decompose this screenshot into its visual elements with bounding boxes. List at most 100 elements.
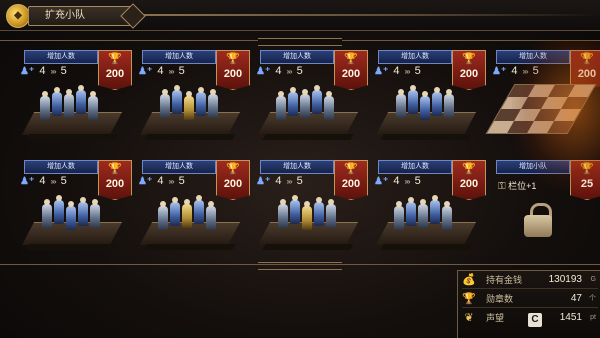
unit-figure [288, 87, 298, 116]
unit-figure [76, 85, 86, 114]
count-to: 5 [60, 65, 67, 77]
unit-figures [276, 85, 346, 124]
unit-figure [88, 91, 98, 120]
unit-figure [278, 199, 288, 228]
unit-figure [432, 87, 442, 116]
count-from: 4 [275, 65, 282, 77]
count-from: 4 [39, 175, 46, 187]
unit-figure [208, 89, 218, 118]
person-plus-icon: ♟⁺ [374, 66, 389, 77]
cost-value: 200 [223, 178, 243, 190]
trophy-icon: 🏆 [462, 53, 476, 65]
unit-figure [194, 195, 204, 224]
gold-label: 持有金钱 [486, 275, 523, 285]
unit-figure [196, 87, 206, 116]
unit-figure [66, 201, 76, 230]
person-plus-icon: ♟⁺ [20, 176, 35, 187]
count-from: 4 [157, 65, 164, 77]
cost-banner: 🏆 200 [98, 50, 132, 90]
unit-figure [326, 199, 336, 228]
squad-upgrade-card[interactable]: 增加人数 🏆 200 ♟⁺ 4 ››› 5 [132, 50, 250, 148]
squad-upgrade-card[interactable]: 增加人数 🏆 200 ♟⁺ 4 ››› 5 [132, 160, 250, 258]
trophy-icon: 🏆 [226, 163, 240, 175]
fire-glow [512, 40, 600, 190]
count-to: 5 [178, 175, 185, 187]
gem-coin-icon: ◆ [6, 4, 30, 28]
member-count: ♟⁺ 4 ››› 5 [256, 175, 336, 189]
card-header: 增加人数 [24, 50, 98, 64]
count-from: 4 [157, 175, 164, 187]
rank-badge: C [528, 313, 542, 327]
unit-figure [302, 201, 312, 230]
arrows-icon: ››› [50, 177, 57, 186]
cost-value: 200 [341, 68, 361, 80]
diorama-base-side [380, 134, 472, 140]
bottom-divider [0, 262, 600, 270]
diorama-base-side [26, 244, 118, 250]
unit-figure [172, 85, 182, 114]
person-plus-icon: ♟⁺ [20, 66, 35, 77]
unit-figure [54, 195, 64, 224]
unit-figure [40, 91, 50, 120]
unit-figure [52, 87, 62, 116]
cost-value: 200 [459, 68, 479, 80]
medal-label: 勋章数 [486, 294, 514, 304]
unit-figures [276, 195, 346, 234]
count-to: 5 [414, 175, 421, 187]
cost-banner: 🏆 200 [452, 160, 486, 200]
unit-figure [396, 89, 406, 118]
cost-value: 200 [105, 178, 125, 190]
unit-figure [78, 197, 88, 226]
member-count: ♟⁺ 4 ››› 5 [374, 65, 454, 79]
squad-upgrade-card[interactable]: 增加人数 🏆 200 ♟⁺ 4 ››› 5 [368, 50, 486, 148]
card-header: 增加人数 [378, 160, 452, 174]
unit-figures [158, 85, 228, 124]
unit-figure [182, 199, 192, 228]
unit-figure [42, 199, 52, 228]
count-to: 5 [414, 65, 421, 77]
unit-figure [64, 89, 74, 118]
key-icon: ⚿ [498, 181, 506, 192]
squad-upgrade-card[interactable]: 增加人数 🏆 200 ♟⁺ 4 ››› 5 [14, 50, 132, 148]
card-header: 增加人数 [260, 160, 334, 174]
medal-value: 47 [570, 293, 582, 304]
medal-row: 🏆 勋章数 47 个 [462, 291, 598, 308]
diorama-base-side [262, 244, 354, 250]
diorama-base-side [262, 134, 354, 140]
arrows-icon: ››› [404, 177, 411, 186]
squad-upgrade-card[interactable]: 增加人数 🏆 200 ♟⁺ 4 ››› 5 [14, 160, 132, 258]
trophy-icon: 🏆 [344, 163, 358, 175]
cost-banner: 🏆 200 [216, 160, 250, 200]
unit-figure [170, 197, 180, 226]
arrows-icon: ››› [168, 177, 175, 186]
medal-unit: 个 [589, 295, 596, 302]
squad-upgrade-card[interactable]: 增加人数 🏆 200 ♟⁺ 4 ››› 5 [250, 50, 368, 148]
count-from: 4 [39, 65, 46, 77]
card-header: 增加人数 [378, 50, 452, 64]
fame-label: 声望 [486, 313, 505, 323]
member-count: ♟⁺ 4 ››› 5 [138, 65, 218, 79]
padlock-icon [524, 203, 552, 237]
top-bar: ◆ 扩充小队 [0, 0, 600, 31]
wings-icon: ❦ [464, 312, 474, 324]
unit-figure [406, 197, 416, 226]
unit-figure [314, 197, 324, 226]
unit-figures [40, 195, 110, 234]
squad-upgrade-card[interactable]: 增加人数 🏆 200 ♟⁺ 4 ››› 5 [250, 160, 368, 258]
unit-figure [276, 91, 286, 120]
member-count: ♟⁺ 4 ››› 5 [256, 65, 336, 79]
arrows-icon: ››› [168, 67, 175, 76]
cost-value: 200 [223, 68, 243, 80]
person-plus-icon: ♟⁺ [256, 66, 271, 77]
unit-figures [158, 195, 228, 234]
arrows-icon: ››› [404, 67, 411, 76]
gold-value: 130193 [548, 274, 582, 285]
unit-figure [300, 89, 310, 118]
page-title: 扩充小队 [28, 6, 134, 26]
gold-bag-icon: 💰 [462, 274, 476, 286]
cost-banner: 🏆 200 [334, 160, 368, 200]
card-header: 增加人数 [142, 160, 216, 174]
person-plus-icon: ♟⁺ [374, 176, 389, 187]
unit-figure [324, 91, 334, 120]
squad-upgrade-card[interactable]: 增加人数 🏆 200 ♟⁺ 4 ››› 5 [368, 160, 486, 258]
